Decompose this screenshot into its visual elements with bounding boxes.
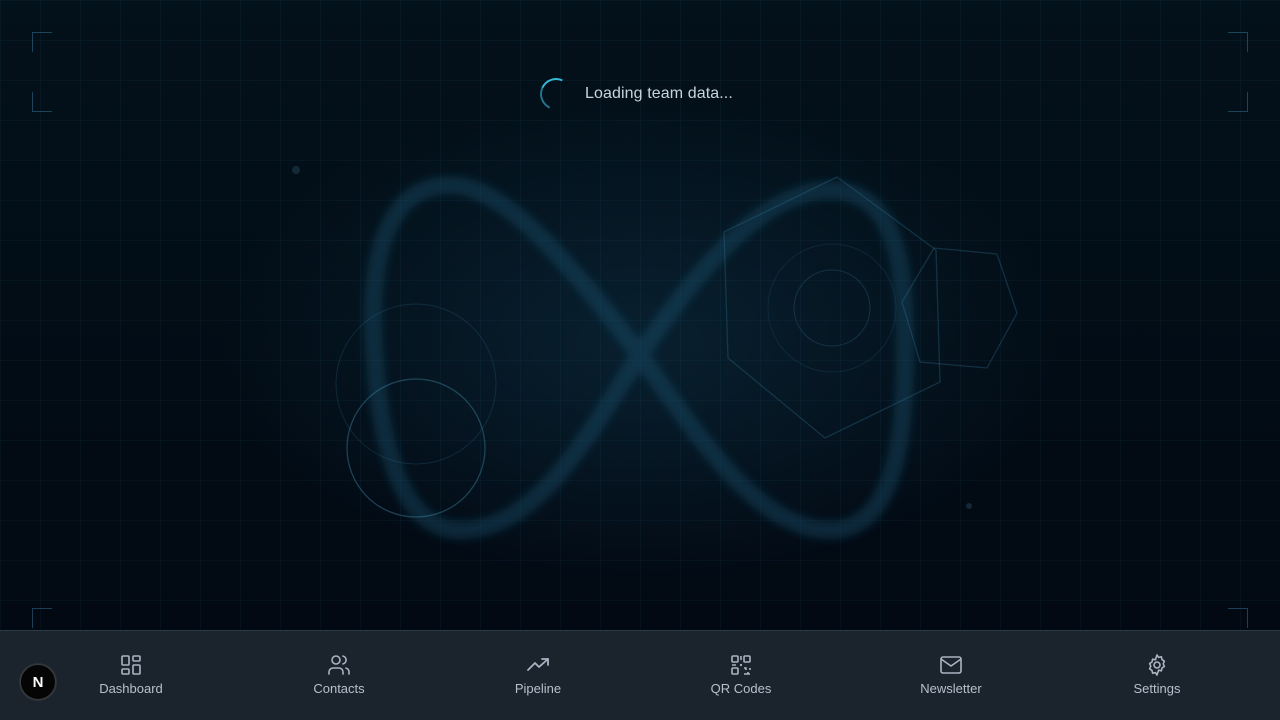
deco-circle xyxy=(767,243,897,373)
corner-bracket xyxy=(32,92,52,112)
deco-dot xyxy=(292,166,300,174)
main-stage: Loading team data... xyxy=(0,0,1280,630)
contacts-users-icon xyxy=(328,655,350,675)
deco-dot xyxy=(966,503,972,509)
corner-bracket xyxy=(32,608,52,628)
trending-up-icon xyxy=(527,658,549,671)
mail-icon xyxy=(940,656,962,674)
nav-item-qr-codes[interactable]: QR Codes xyxy=(681,653,801,696)
user-avatar-button[interactable]: N xyxy=(20,664,56,700)
nav-item-dashboard[interactable]: Dashboard xyxy=(71,653,191,696)
nav-label: Settings xyxy=(1133,681,1181,696)
gear-icon xyxy=(1148,654,1166,676)
dashboard-grid-icon xyxy=(121,655,141,675)
nav-label: Pipeline xyxy=(514,681,562,696)
deco-circle xyxy=(335,303,497,465)
infinity-glow-shape xyxy=(364,175,915,540)
deco-pentagon-small xyxy=(901,247,1018,369)
nav-label: QR Codes xyxy=(710,681,772,696)
nav-label: Dashboard xyxy=(99,681,163,696)
corner-bracket xyxy=(1228,92,1248,112)
qr-code-icon xyxy=(731,655,751,675)
corner-bracket xyxy=(1228,608,1248,628)
loading-indicator: Loading team data... xyxy=(535,73,733,115)
deco-circle xyxy=(793,269,871,347)
corner-bracket xyxy=(1228,32,1248,52)
spinner-icon xyxy=(535,73,577,115)
nav-item-pipeline[interactable]: Pipeline xyxy=(478,653,598,696)
bottom-navbar: Dashboard Contacts Pipeline QR Codes New… xyxy=(0,630,1280,720)
nav-label: Newsletter xyxy=(920,681,982,696)
nav-item-contacts[interactable]: Contacts xyxy=(279,653,399,696)
loading-text: Loading team data... xyxy=(585,85,733,102)
nav-item-settings[interactable]: Settings xyxy=(1097,653,1217,696)
corner-bracket xyxy=(32,32,52,52)
nav-item-newsletter[interactable]: Newsletter xyxy=(891,653,1011,696)
nav-label: Contacts xyxy=(313,681,365,696)
